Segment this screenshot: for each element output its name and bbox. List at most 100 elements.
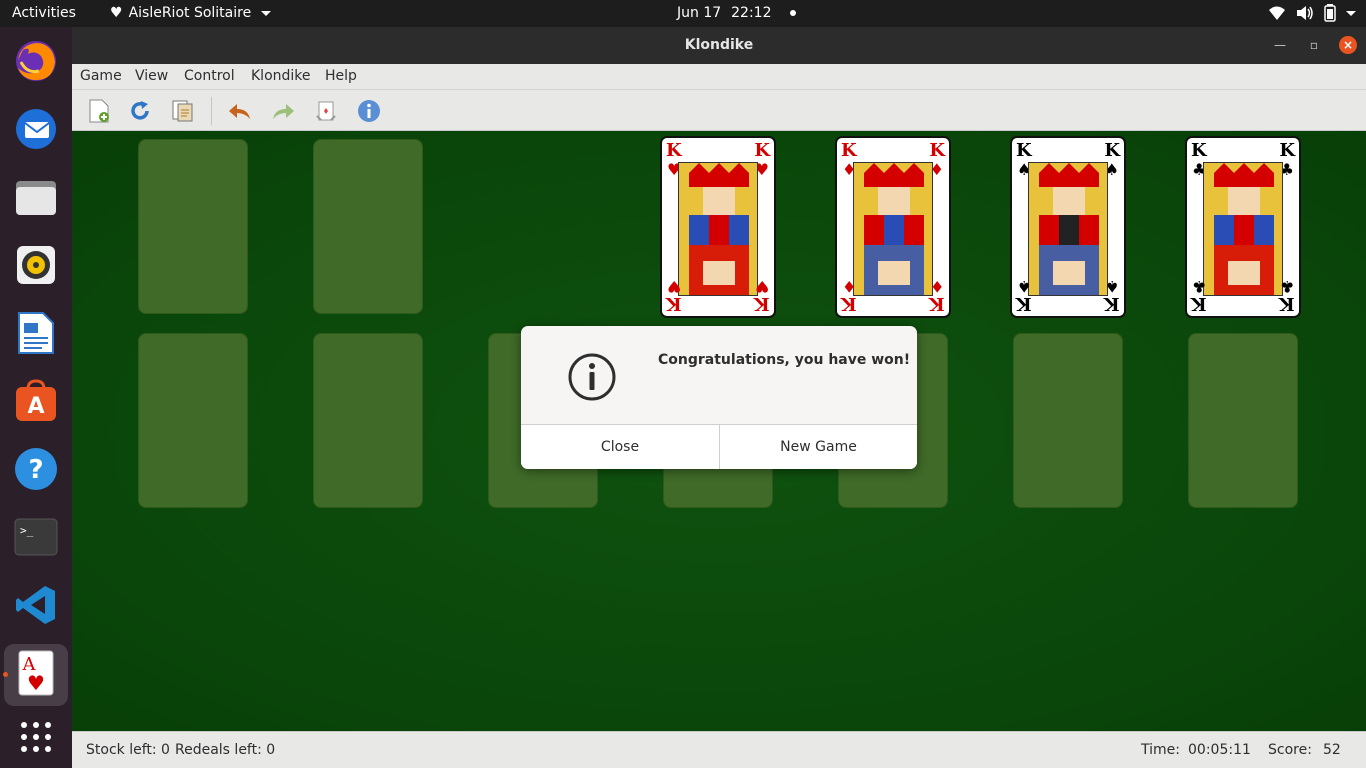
undo-icon[interactable] [227,98,253,124]
menu-help[interactable]: Help [325,68,357,84]
club-suit-icon: ♣ [1279,277,1294,296]
chevron-down-icon [261,10,272,16]
terminal-icon[interactable]: >_ [12,513,60,561]
wifi-icon [1268,5,1286,21]
battery-icon [1324,4,1336,22]
stock-pile[interactable] [138,139,248,314]
activities-button[interactable]: Activities [12,5,76,21]
card-rank: K [1104,293,1120,314]
about-icon[interactable] [356,98,382,124]
stock-left: Stock left: 0 [86,742,170,758]
window-title: Klondike [684,37,754,53]
clock-time: 22:12 [731,5,772,21]
king-portrait [1203,162,1283,296]
close-icon[interactable]: × [1339,36,1357,54]
app-menu[interactable]: ♥ AisleRiot Solitaire [110,5,272,21]
tableau-pile[interactable] [138,333,248,508]
card-rank: K [1279,140,1295,161]
card-rank: K [1191,293,1207,314]
heart-suit-icon: ♥ [667,277,682,296]
diamond-suit-icon: ♦ [842,277,857,296]
card-rank: K [1016,293,1032,314]
dialog-buttons: Close New Game [521,424,917,469]
restart-icon[interactable] [127,98,153,124]
svg-text:?: ? [28,455,43,485]
redo-icon[interactable] [270,98,296,124]
svg-text:♥: ♥ [27,671,45,695]
time-label: Time: [1141,742,1180,758]
king-portrait [678,162,758,296]
card-rank: K [841,293,857,314]
maximize-icon[interactable]: ▫ [1305,36,1323,54]
top-bar: Activities ♥ AisleRiot Solitaire Jun 17 … [0,0,1366,27]
power-menu-caret-icon [1346,10,1356,16]
new-game-icon[interactable] [86,98,112,124]
spade-suit-icon: ♠ [1017,277,1032,296]
diamond-suit-icon: ♦ [929,277,944,296]
svg-text:>_: >_ [20,524,34,537]
clock[interactable]: Jun 17 22:12 [677,5,796,21]
tableau-pile[interactable] [313,333,423,508]
clock-date: Jun 17 [677,5,722,21]
toolbar [72,90,1366,131]
new-game-button[interactable]: New Game [720,425,917,469]
redeals-left: Redeals left: 0 [175,742,276,758]
card-rank: K [1016,140,1032,161]
card-rank: K [929,293,945,314]
thunderbird-icon[interactable] [12,105,60,153]
menu-game[interactable]: Game [80,68,122,84]
king-portrait [1028,162,1108,296]
notification-dot-icon [789,10,796,16]
card-rank: K [841,140,857,161]
dialog-message: Congratulations, you have won! [658,352,911,368]
close-button[interactable]: Close [521,425,719,469]
card-rank: K [666,140,682,161]
king-portrait [853,162,933,296]
club-suit-icon: ♣ [1192,277,1207,296]
svg-text:A: A [27,394,44,419]
card-rank: K [929,140,945,161]
card-rank: K [1104,140,1120,161]
files-icon[interactable] [12,173,60,221]
select-game-icon[interactable] [170,98,196,124]
score-label: Score: [1268,742,1312,758]
app-menu-label: AisleRiot Solitaire [128,5,252,21]
title-bar[interactable]: Klondike — ▫ × [72,27,1366,64]
menu-control[interactable]: Control [184,68,235,84]
info-icon [567,352,617,406]
running-indicator-icon [3,672,8,677]
ubuntu-software-icon[interactable]: A [12,377,60,425]
spade-suit-icon: ♠ [1104,277,1119,296]
status-bar: Stock left: 0 Redeals left: 0 Time: 00:0… [72,731,1366,768]
time-value: 00:05:11 [1188,742,1251,758]
volume-icon [1296,5,1314,21]
win-dialog: Congratulations, you have won! Close New… [521,326,917,469]
show-applications-icon[interactable] [12,713,60,761]
card-rank: K [1191,140,1207,161]
waste-pile[interactable] [313,139,423,314]
heart-icon: ♥ [110,5,123,21]
rhythmbox-icon[interactable] [12,241,60,289]
aisleriot-icon[interactable]: A ♥ [12,649,60,697]
help-icon[interactable]: ? [12,445,60,493]
foundation-card[interactable]: K ♥ K ♥ ♥ K ♥ K [660,136,776,318]
heart-suit-icon: ♥ [754,277,769,296]
card-rank: K [754,293,770,314]
system-tray[interactable] [1268,4,1356,22]
foundation-card[interactable]: K ♦ K ♦ ♦ K ♦ K [835,136,951,318]
card-rank: K [666,293,682,314]
foundation-card[interactable]: K ♣ K ♣ ♣ K ♣ K [1185,136,1301,318]
minimize-icon[interactable]: — [1271,36,1289,54]
vscode-icon[interactable] [12,581,60,629]
hint-icon[interactable] [313,98,339,124]
card-rank: K [1279,293,1295,314]
toolbar-separator [211,97,212,125]
foundation-card[interactable]: K ♠ K ♠ ♠ K ♠ K [1010,136,1126,318]
menu-view[interactable]: View [135,68,168,84]
tableau-pile[interactable] [1188,333,1298,508]
menu-klondike[interactable]: Klondike [251,68,311,84]
dock: A ? >_ A ♥ [0,27,72,768]
tableau-pile[interactable] [1013,333,1123,508]
firefox-icon[interactable] [12,37,60,85]
libreoffice-writer-icon[interactable] [12,309,60,357]
